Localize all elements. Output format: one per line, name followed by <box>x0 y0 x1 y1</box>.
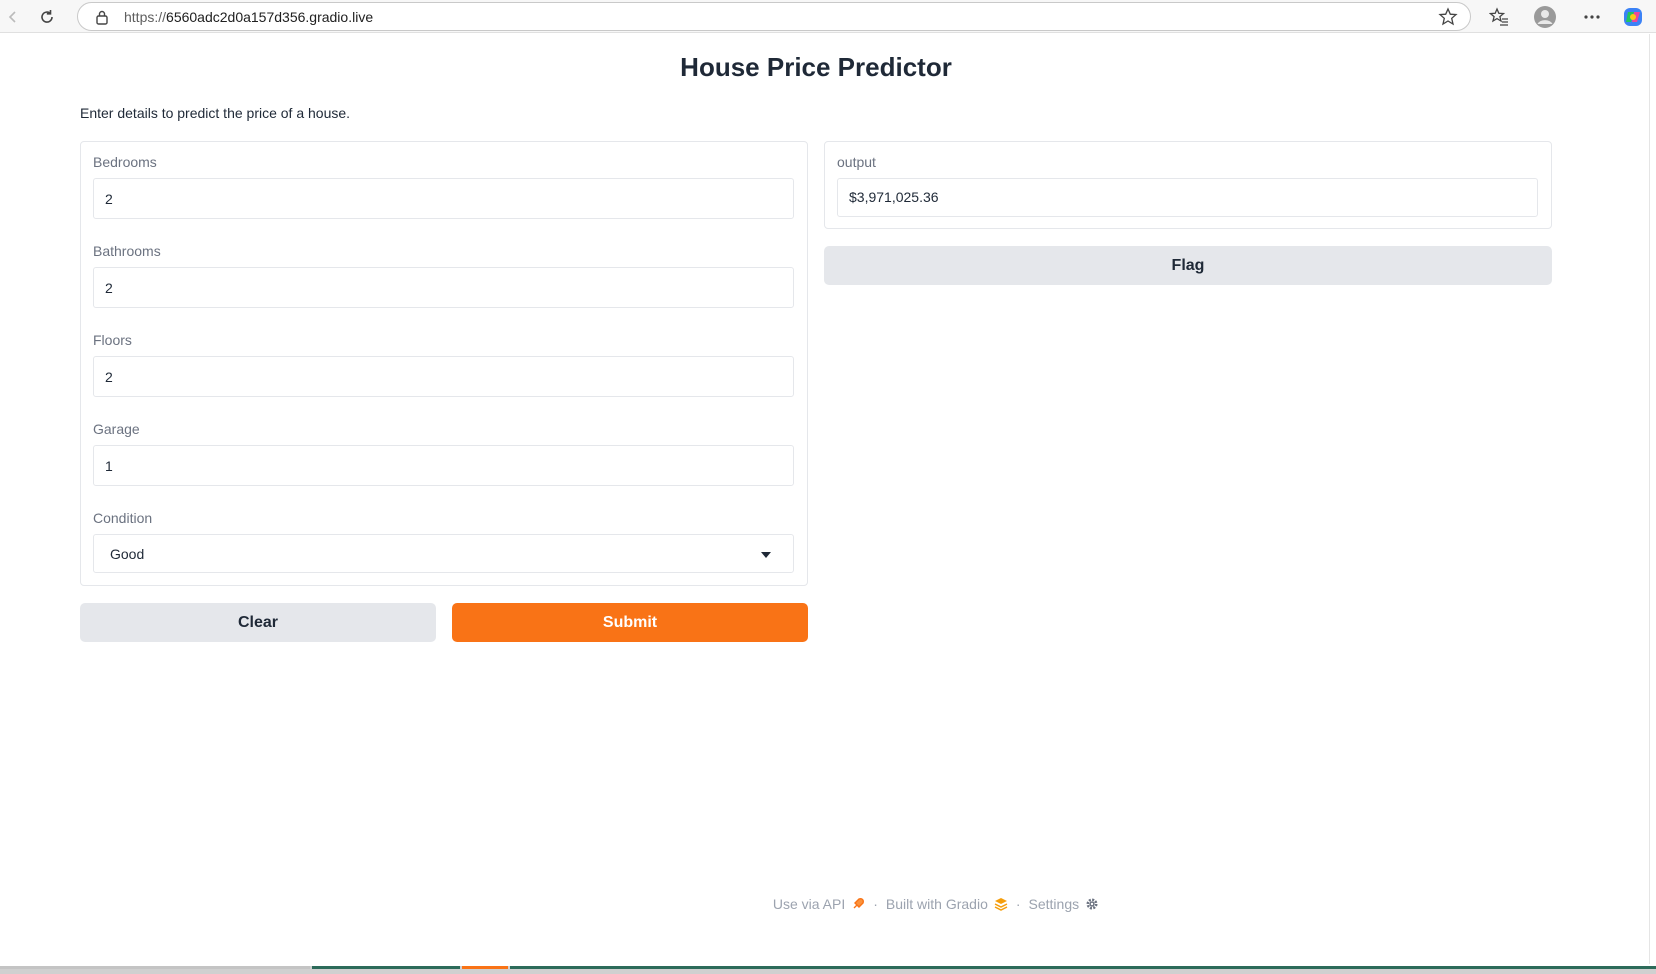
bathrooms-input[interactable]: 2 <box>93 267 794 308</box>
gradio-logo-icon <box>994 898 1008 911</box>
lock-icon[interactable] <box>95 9 109 30</box>
settings-label: Settings <box>1028 896 1080 912</box>
footer-separator: · <box>873 896 878 912</box>
built-with-gradio-link[interactable]: Built with Gradio <box>886 896 1008 912</box>
page-title: House Price Predictor <box>680 52 952 82</box>
browser-toolbar: https://6560adc2d0a157d356.gradio.live <box>0 0 1656 33</box>
output-textbox[interactable]: $3,971,025.36 <box>837 178 1538 217</box>
use-via-api-label: Use via API <box>772 896 846 912</box>
garage-label: Garage <box>93 421 140 437</box>
copilot-icon[interactable] <box>1620 4 1646 30</box>
favorite-star-icon[interactable] <box>1438 7 1458 32</box>
reload-icon[interactable] <box>34 4 60 30</box>
url-text[interactable]: https://6560adc2d0a157d356.gradio.live <box>124 9 373 25</box>
taskbar-segment <box>0 966 310 969</box>
floors-value: 2 <box>105 369 113 385</box>
bathrooms-label: Bathrooms <box>93 243 161 259</box>
rocket-icon <box>853 898 865 909</box>
taskbar-edge <box>0 966 1656 974</box>
taskbar-segment <box>510 966 1656 969</box>
garage-value: 1 <box>105 458 113 474</box>
bedrooms-input[interactable]: 2 <box>93 178 794 219</box>
bathrooms-value: 2 <box>105 280 113 296</box>
settings-link[interactable]: Settings <box>1029 896 1100 912</box>
taskbar-segment <box>312 966 460 969</box>
condition-dropdown[interactable]: Good <box>93 534 794 573</box>
output-label: output <box>837 154 876 170</box>
bedrooms-label: Bedrooms <box>93 154 157 170</box>
garage-input[interactable]: 1 <box>93 445 794 486</box>
chevron-down-icon[interactable] <box>761 552 771 558</box>
condition-value: Good <box>110 546 145 562</box>
output-panel: output $3,971,025.36 <box>824 141 1552 229</box>
submit-button[interactable]: Submit <box>452 603 808 642</box>
url-host: 6560adc2d0a157d356.gradio.live <box>166 9 374 25</box>
app-description: Enter details to predict the price of a … <box>80 105 351 121</box>
floors-input[interactable]: 2 <box>93 356 794 397</box>
footer-separator: · <box>1015 896 1021 912</box>
back-icon[interactable] <box>0 4 26 30</box>
floors-label: Floors <box>93 332 132 348</box>
address-bar[interactable]: https://6560adc2d0a157d356.gradio.live <box>77 2 1471 31</box>
profile-avatar-icon[interactable] <box>1532 4 1558 30</box>
input-panel: Bedrooms 2 Bathrooms 2 Floors 2 Garage 1… <box>80 141 808 586</box>
footer: Use via API · Built with Gradio · Settin… <box>0 896 1656 912</box>
gradio-app: House Price Predictor Enter details to p… <box>0 34 1650 964</box>
favorites-list-icon[interactable] <box>1486 4 1512 30</box>
flag-button[interactable]: Flag <box>824 246 1552 285</box>
use-via-api-link[interactable]: Use via API <box>773 896 865 912</box>
clear-button[interactable]: Clear <box>80 603 436 642</box>
output-value: $3,971,025.36 <box>849 189 939 205</box>
more-menu-icon[interactable] <box>1579 4 1605 30</box>
url-protocol: https:// <box>124 9 167 25</box>
condition-label: Condition <box>93 510 153 526</box>
gear-icon <box>1086 898 1098 910</box>
taskbar-segment <box>462 966 508 969</box>
bedrooms-value: 2 <box>105 191 113 207</box>
built-with-gradio-label: Built with Gradio <box>885 896 988 912</box>
